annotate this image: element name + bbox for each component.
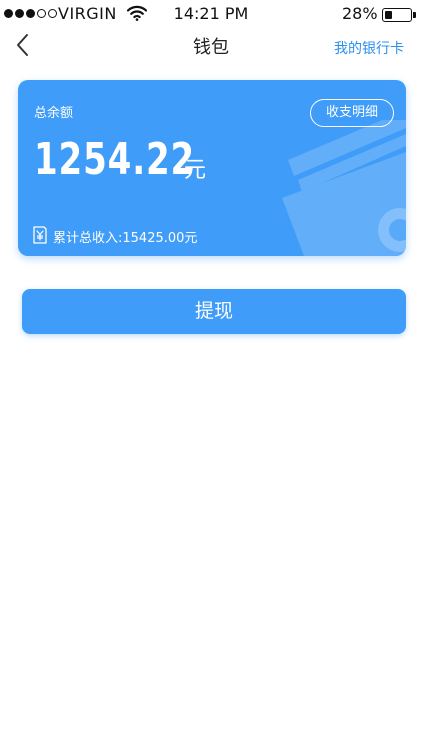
withdraw-button[interactable]: 提现 [22,289,406,334]
navigation-bar: 钱包 我的银行卡 [0,28,422,68]
total-balance-label: 总余额 [34,106,74,121]
transaction-details-button[interactable]: 收支明细 [310,99,394,127]
status-bar: VIRGIN 14:21 PM 28% [0,0,422,28]
currency-unit: 元 [184,158,207,183]
battery-cap [413,12,416,18]
wallet-balance-card: 总余额 收支明细 1254.22 元 累计总收入:15425.00元 [18,80,406,256]
wallet-illustration-icon [282,120,406,256]
battery-icon [382,8,412,22]
my-bank-card-link[interactable]: 我的银行卡 [334,38,404,58]
cumulative-income-text: 累计总收入:15425.00元 [53,231,198,246]
battery-percent: 28% [342,4,378,23]
yuan-receipt-icon [33,226,47,244]
balance-amount: 1254.22 [34,134,196,185]
